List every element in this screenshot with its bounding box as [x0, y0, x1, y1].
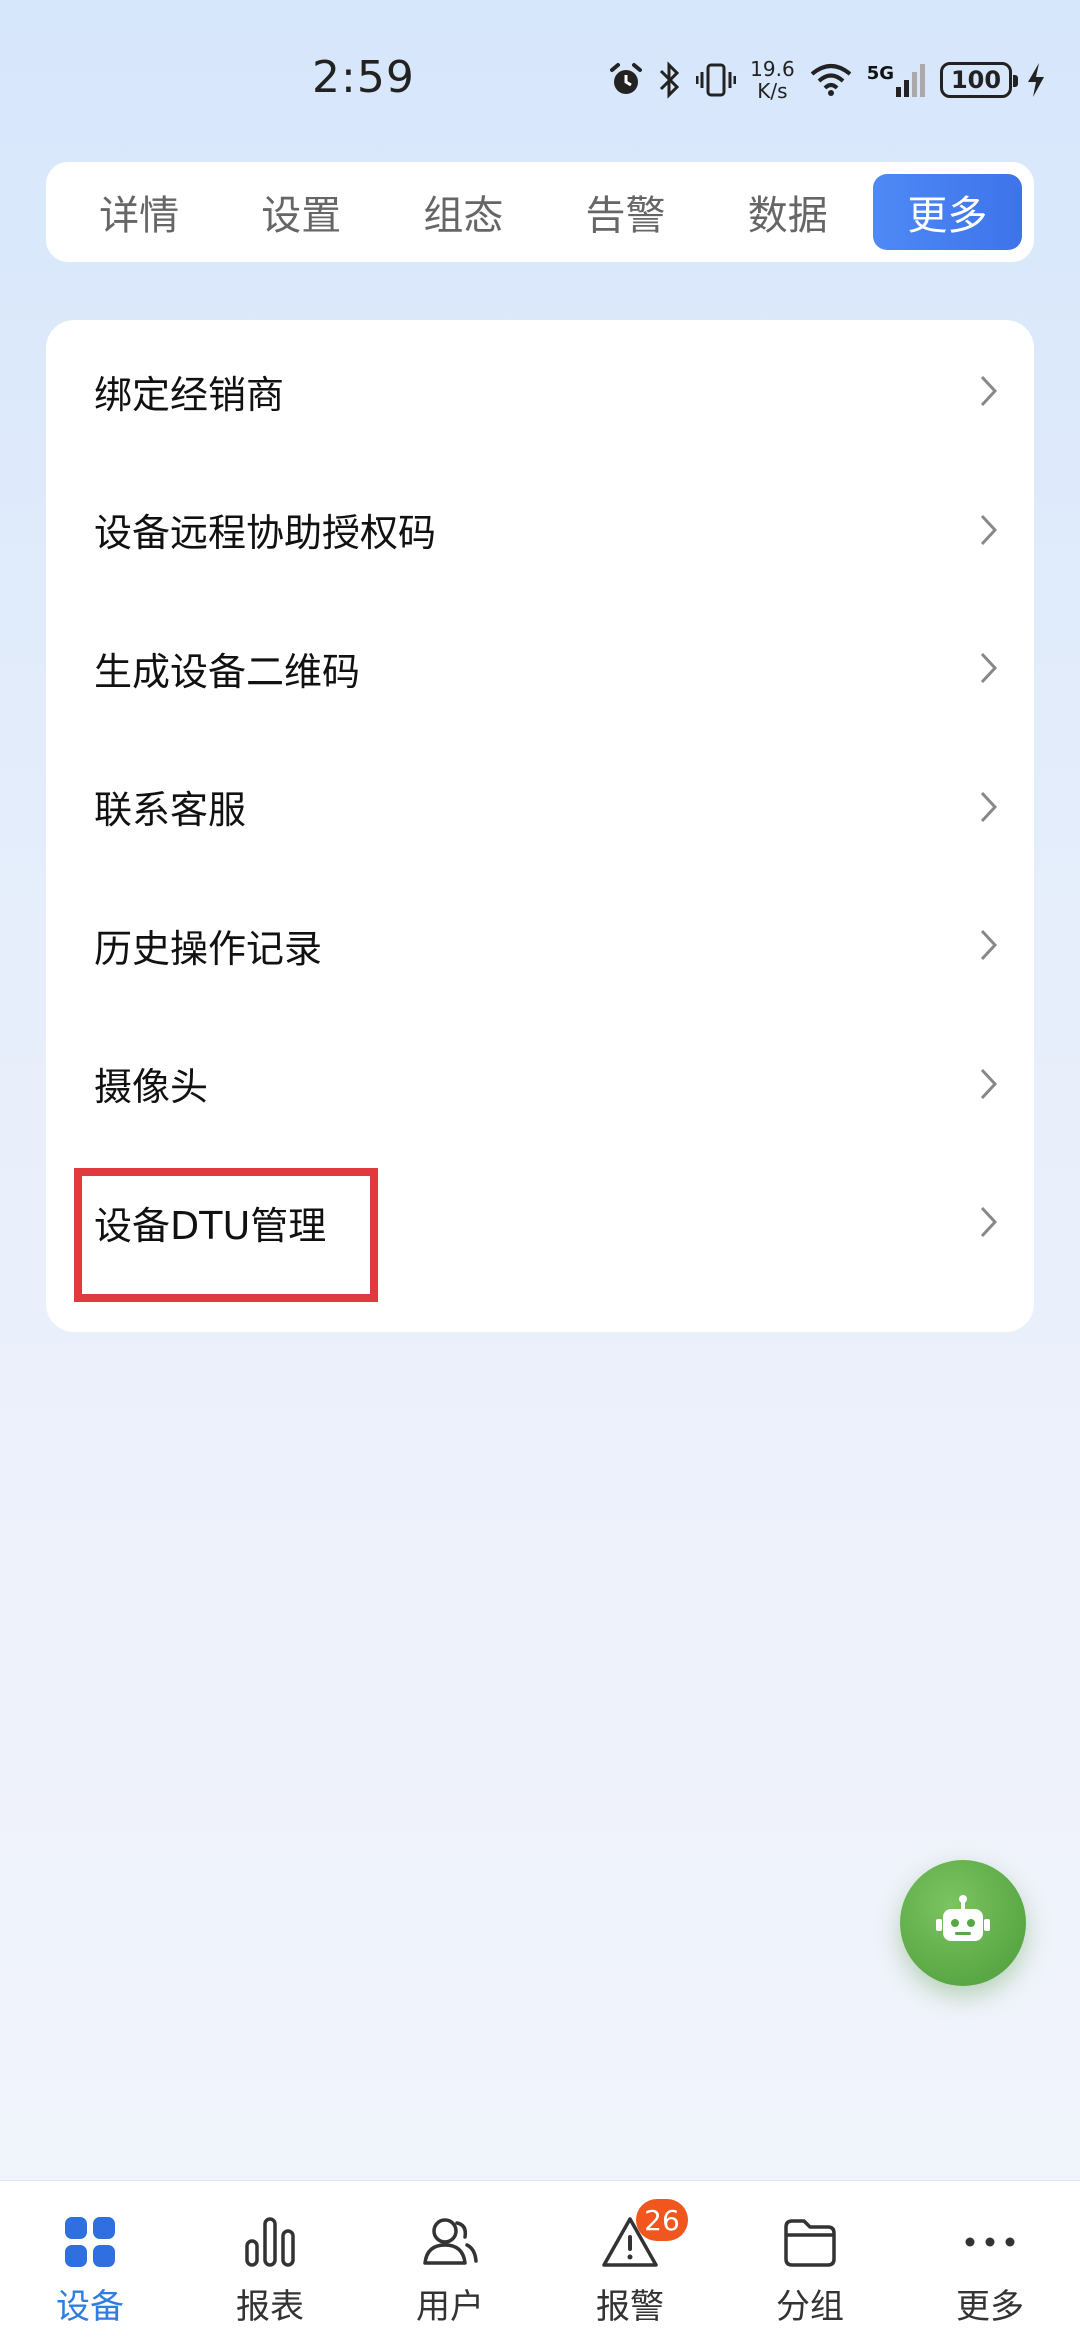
more-menu-card: 绑定经销商 设备远程协助授权码 生成设备二维码 联系客服 历史操作记录 摄像头 … — [46, 320, 1034, 1332]
nav-label: 设备 — [56, 2287, 124, 2327]
menu-item-label: 联系客服 — [94, 788, 247, 833]
assistant-fab[interactable] — [900, 1860, 1026, 1986]
menu-item-label: 摄像头 — [94, 1065, 209, 1110]
nav-item-reports[interactable]: 报表 — [180, 2181, 360, 2340]
more-icon — [962, 2213, 1018, 2271]
chevron-right-icon — [980, 514, 998, 545]
tab-configuration[interactable]: 组态 — [382, 174, 544, 250]
chevron-right-icon — [980, 1068, 998, 1099]
nav-label: 报警 — [596, 2287, 664, 2327]
menu-item-generate-qr[interactable]: 生成设备二维码 — [46, 599, 1034, 738]
net-speed-value: 19.6 — [750, 57, 795, 81]
menu-item-camera[interactable]: 摄像头 — [46, 1015, 1034, 1154]
chevron-right-icon — [980, 653, 998, 684]
bottom-nav: 设备 报表 用户 报警 26 分组 更多 — [0, 2180, 1080, 2340]
menu-item-label: 历史操作记录 — [94, 926, 323, 971]
grid-icon — [63, 2213, 117, 2271]
menu-item-label: 绑定经销商 — [94, 372, 285, 417]
menu-item-operation-history[interactable]: 历史操作记录 — [46, 876, 1034, 1015]
status-icons: 19.6 K/s 5G 100 — [608, 56, 1046, 104]
menu-item-bind-dealer[interactable]: 绑定经销商 — [46, 322, 1034, 461]
nav-label: 更多 — [956, 2287, 1024, 2327]
network-type: 5G — [866, 63, 894, 84]
alarm-count-badge: 26 — [636, 2199, 688, 2241]
users-icon — [421, 2213, 479, 2271]
vibrate-icon — [696, 62, 737, 98]
bar-chart-icon — [243, 2213, 297, 2271]
nav-label: 报表 — [236, 2287, 304, 2327]
nav-item-alarms[interactable]: 报警 26 — [540, 2181, 720, 2340]
charging-icon — [1026, 62, 1046, 98]
nav-label: 用户 — [416, 2287, 484, 2327]
menu-item-remote-assist-code[interactable]: 设备远程协助授权码 — [46, 461, 1034, 600]
wifi-icon — [809, 62, 853, 98]
chevron-right-icon — [980, 930, 998, 961]
status-bar: 2:59 19.6 K/s 5G 100 — [0, 0, 1080, 160]
net-speed-unit: K/s — [757, 79, 788, 103]
nav-item-groups[interactable]: 分组 — [720, 2181, 900, 2340]
nav-item-users[interactable]: 用户 — [360, 2181, 540, 2340]
tab-data[interactable]: 数据 — [707, 174, 869, 250]
menu-item-label: 设备远程协助授权码 — [94, 511, 437, 556]
menu-item-label: 设备DTU管理 — [94, 1203, 327, 1248]
menu-item-dtu-management[interactable]: 设备DTU管理 — [46, 1153, 1034, 1292]
chevron-right-icon — [980, 376, 998, 407]
status-time: 2:59 — [312, 52, 415, 103]
battery-indicator: 100 — [940, 62, 1018, 98]
tab-details[interactable]: 详情 — [58, 174, 220, 250]
nav-item-devices[interactable]: 设备 — [0, 2181, 180, 2340]
bluetooth-icon — [658, 61, 682, 99]
net-speed: 19.6 K/s — [750, 58, 795, 102]
nav-label: 分组 — [776, 2287, 844, 2327]
cellular-signal-icon: 5G — [867, 63, 926, 97]
menu-item-label: 生成设备二维码 — [94, 649, 361, 694]
chevron-right-icon — [980, 1207, 998, 1238]
tab-bar: 详情 设置 组态 告警 数据 更多 — [46, 162, 1034, 262]
alarm-icon — [608, 62, 644, 98]
menu-item-contact-support[interactable]: 联系客服 — [46, 738, 1034, 877]
tab-more[interactable]: 更多 — [872, 174, 1022, 250]
robot-icon — [936, 1895, 990, 1941]
chevron-right-icon — [980, 791, 998, 822]
tab-settings[interactable]: 设置 — [220, 174, 382, 250]
tab-alarms[interactable]: 告警 — [544, 174, 706, 250]
folder-icon — [782, 2213, 838, 2271]
nav-item-more[interactable]: 更多 — [900, 2181, 1080, 2340]
